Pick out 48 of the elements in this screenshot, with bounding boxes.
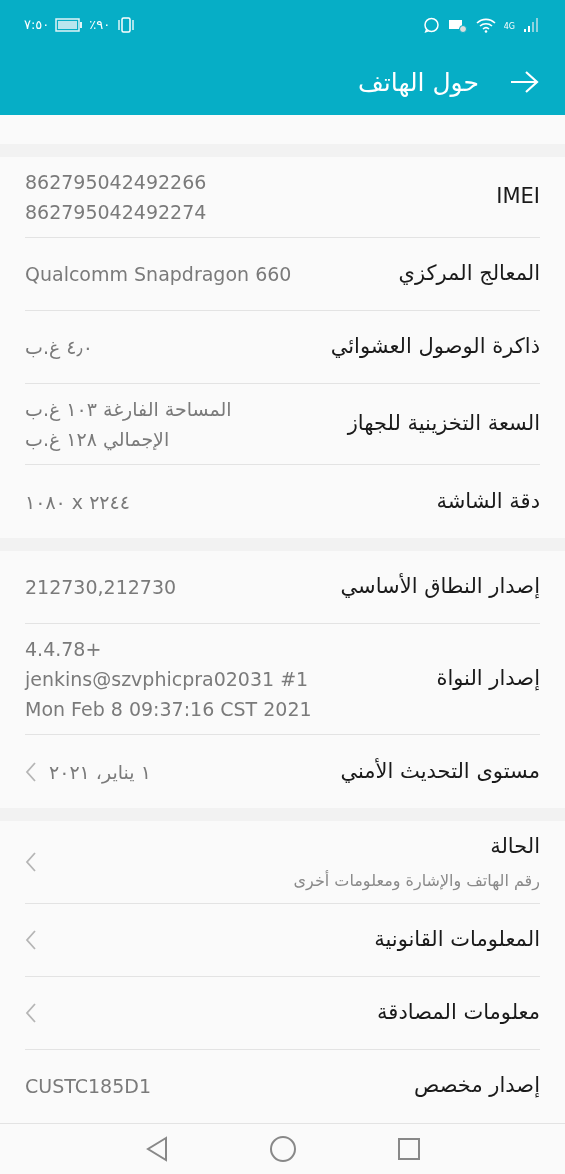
back-arrow-icon[interactable]	[509, 70, 539, 95]
chat-bubble-icon	[422, 16, 440, 34]
row-value: 4.4.78+	[25, 637, 103, 663]
row-value: 862795042492266	[25, 170, 207, 196]
row-label: IMEI	[496, 183, 540, 211]
row-value: 212730,212730	[25, 575, 177, 601]
row-label: المعلومات القانونية	[374, 925, 540, 953]
row-value: Mon Feb 8 09:37:16 CST 2021	[25, 697, 312, 723]
row-value: ٤٫٠ غ.ب	[25, 335, 93, 361]
row-value: ١٠٨٠ x ٢٢٤٤	[25, 489, 130, 515]
row-label: مستوى التحديث الأمني	[340, 757, 540, 785]
row-value: ١ يناير، ٢٠٢١	[49, 759, 151, 786]
row-subtitle: رقم الهاتف والإشارة ومعلومات أخرى	[293, 869, 540, 893]
network-type: 4G	[503, 20, 515, 33]
row-label: إصدار النواة	[436, 665, 540, 693]
row-label: معلومات المصادقة	[377, 998, 540, 1026]
mail-gear-icon	[447, 17, 468, 33]
row-label: المعالج المركزي	[398, 260, 540, 288]
settings-link-row[interactable]: الحالة رقم الهاتف والإشارة ومعلومات أخرى	[25, 821, 540, 904]
chevron-icon	[25, 760, 37, 783]
battery-percent: ٪٩٠	[89, 16, 111, 35]
row-label: ذاكرة الوصول العشوائي	[330, 333, 540, 361]
row-value: المساحة الفارغة ١٠٣ غ.ب	[25, 397, 232, 423]
row-value: 862795042492274	[25, 200, 207, 226]
settings-link-row[interactable]: مستوى التحديث الأمني ١ يناير، ٢٠٢١	[25, 735, 540, 809]
home-nav-icon[interactable]	[268, 1134, 297, 1163]
row-label: إصدار مخصص	[413, 1072, 540, 1100]
settings-link-row[interactable]: معلومات المصادقة	[25, 976, 540, 1050]
row-value: الإجمالي ١٢٨ غ.ب	[25, 427, 171, 453]
wifi-icon	[475, 17, 496, 33]
page-title: حول الهاتف	[357, 66, 479, 99]
row-label: الحالة	[489, 833, 540, 861]
row-value: Qualcomm Snapdragon 660	[25, 262, 292, 288]
chevron-icon	[25, 1001, 37, 1024]
row-value: jenkins@szvphicpra02031 #1	[25, 667, 310, 693]
recents-nav-icon[interactable]	[396, 1136, 421, 1161]
signal-icon	[523, 17, 541, 33]
row-label: دقة الشاشة	[436, 487, 540, 515]
back-nav-icon[interactable]	[144, 1135, 169, 1162]
row-label: السعة التخزينية للجهاز	[347, 410, 540, 438]
battery-icon	[55, 18, 84, 32]
chevron-icon	[25, 850, 37, 873]
chevron-icon	[25, 928, 37, 951]
clock-time: ٧:٥٠	[24, 16, 50, 35]
row-value: CUSTC185D1	[25, 1074, 151, 1100]
settings-link-row[interactable]: المعلومات القانونية	[25, 903, 540, 977]
row-label: إصدار النطاق الأساسي	[340, 572, 540, 601]
vibrate-icon	[116, 17, 137, 33]
